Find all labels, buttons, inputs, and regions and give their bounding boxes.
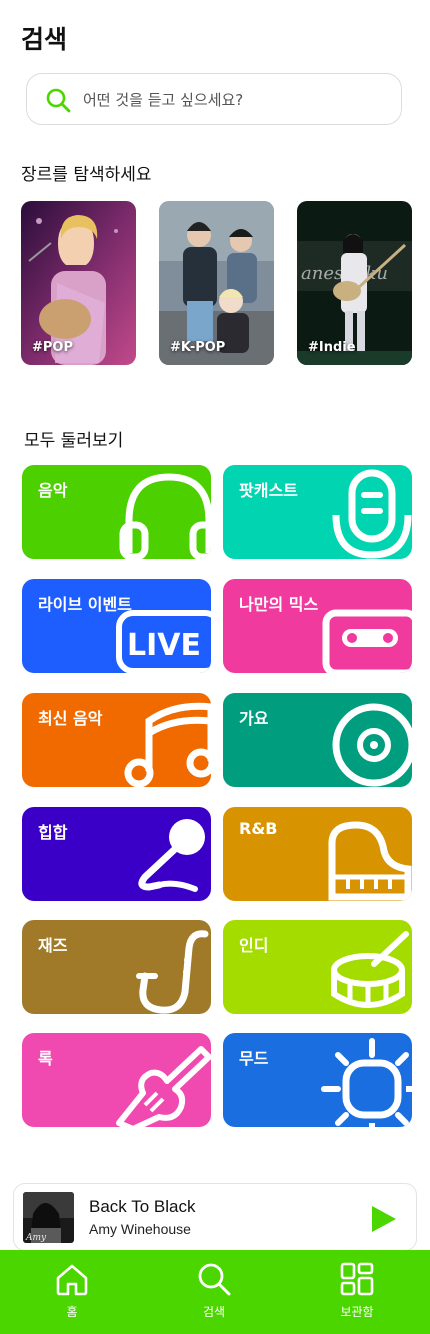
genre-card-pop[interactable]: #POP: [21, 201, 136, 365]
live-icon: LIVE: [116, 610, 211, 673]
svg-text:Amy: Amy: [25, 1233, 47, 1243]
category-indie[interactable]: 인디: [223, 920, 412, 1014]
category-label: 록: [38, 1049, 53, 1068]
category-podcast[interactable]: 팟캐스트: [223, 465, 412, 559]
category-music[interactable]: 음악: [22, 465, 211, 559]
browse-section-heading: 모두 둘러보기: [24, 431, 124, 451]
category-new-music[interactable]: 최신 음악: [22, 693, 211, 787]
tab-search[interactable]: 검색: [164, 1250, 264, 1334]
category-label: R&B: [239, 819, 278, 838]
cassette-icon: [322, 609, 412, 673]
genre-label: #POP: [32, 340, 73, 355]
genre-card-kpop[interactable]: #K-POP: [159, 201, 274, 365]
category-label: 최신 음악: [38, 709, 103, 728]
category-kpop-songs[interactable]: 가요: [223, 693, 412, 787]
track-title: Back To Black: [89, 1197, 196, 1216]
category-live-events[interactable]: 라이브 이벤트 LIVE: [22, 579, 211, 673]
play-icon[interactable]: [368, 1204, 398, 1234]
search-icon: [198, 1263, 231, 1296]
genre-card-indie[interactable]: anesi aku #Indie: [297, 201, 412, 365]
search-bar[interactable]: [26, 73, 402, 125]
track-artist: Amy Winehouse: [89, 1221, 191, 1237]
category-label: 재즈: [38, 936, 68, 955]
library-icon: [340, 1262, 374, 1296]
category-label: 가요: [239, 709, 269, 728]
page-title: 검색: [21, 25, 68, 54]
mini-player[interactable]: Amy Back To Black Amy Winehouse: [13, 1183, 417, 1251]
home-icon: [56, 1264, 88, 1296]
genre-section-heading: 장르를 탐색하세요: [21, 165, 152, 185]
album-art: Amy: [23, 1192, 74, 1243]
tab-home[interactable]: 홈: [22, 1250, 122, 1334]
category-label: 무드: [239, 1049, 269, 1068]
tab-label: 홈: [66, 1305, 78, 1319]
saxophone-icon: [136, 930, 209, 1014]
category-label: 팟캐스트: [239, 481, 298, 500]
drum-icon: [331, 931, 409, 1008]
search-icon: [46, 88, 71, 113]
microphone-icon: [332, 469, 412, 559]
tab-label: 보관함: [340, 1305, 374, 1319]
vinyl-icon: [332, 703, 412, 787]
search-input[interactable]: [83, 86, 383, 114]
genre-label: #K-POP: [170, 340, 226, 355]
category-mood[interactable]: 무드: [223, 1033, 412, 1127]
music-note-icon: [124, 702, 211, 787]
genre-label: #Indie: [308, 340, 356, 355]
karaoke-mic-icon: [138, 819, 205, 892]
category-rnb[interactable]: R&B: [223, 807, 412, 901]
category-jazz[interactable]: 재즈: [22, 920, 211, 1014]
electric-guitar-icon: [116, 1046, 211, 1127]
sun-icon: [321, 1038, 412, 1127]
category-hiphop[interactable]: 힙합: [22, 807, 211, 901]
category-label: 음악: [38, 481, 68, 500]
category-rock[interactable]: 록: [22, 1033, 211, 1127]
tab-label: 검색: [202, 1305, 226, 1319]
svg-text:LIVE: LIVE: [127, 628, 201, 663]
piano-icon: [328, 821, 412, 901]
bottom-tab-bar: 홈 검색 보관함: [0, 1250, 430, 1334]
category-label: 인디: [239, 936, 269, 955]
category-my-mix[interactable]: 나만의 믹스: [223, 579, 412, 673]
headphones-icon: [119, 473, 211, 559]
tab-library[interactable]: 보관함: [307, 1250, 407, 1334]
category-label: 나만의 믹스: [239, 595, 319, 614]
category-label: 힙합: [38, 823, 68, 842]
